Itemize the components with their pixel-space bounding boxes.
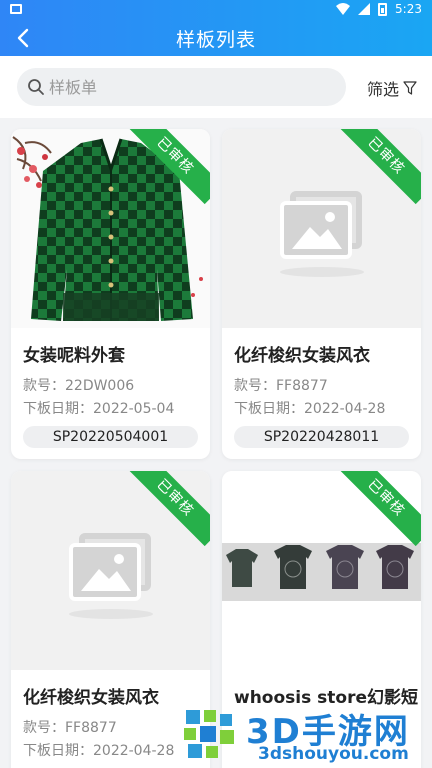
sample-date: 下板日期：2022-04-28 bbox=[23, 743, 175, 759]
search-input[interactable] bbox=[49, 68, 329, 106]
sample-date: 下板日期：2022-04-28 bbox=[234, 401, 386, 417]
style-number: 款号：22DW006 bbox=[23, 378, 135, 394]
nav-bar: 样板列表 bbox=[0, 20, 432, 56]
filter-label: 筛选 bbox=[367, 80, 400, 99]
sample-card[interactable]: 已审核 化纤梭织女装风衣 款号：FF8877 下板日期：2022-04-28 S… bbox=[222, 129, 421, 459]
sample-name: 女装呢料外套 bbox=[23, 346, 125, 366]
sample-image: 已审核 bbox=[222, 129, 421, 328]
battery-icon bbox=[378, 2, 388, 16]
sample-image: 已审核 bbox=[11, 129, 210, 328]
style-number: 款号：FF8877 bbox=[23, 720, 117, 736]
sample-code: SP20220428011 bbox=[234, 426, 409, 448]
watermark-domain: 3dshouyou.com bbox=[258, 744, 409, 764]
sample-name: 化纤梭织女装风衣 bbox=[23, 688, 159, 708]
sample-image: 已审核 bbox=[11, 471, 210, 670]
status-time: 5:23 bbox=[395, 2, 422, 16]
app-header: 5:23 样板列表 bbox=[0, 0, 432, 56]
notification-icon bbox=[10, 4, 22, 14]
search-icon bbox=[28, 79, 44, 95]
sample-card[interactable]: 已审核 女装呢料外套 款号：22DW006 下板日期：2022-05-04 SP… bbox=[11, 129, 210, 459]
watermark-logo-icon bbox=[184, 710, 234, 758]
wifi-icon bbox=[336, 3, 351, 15]
sample-code: SP20220504001 bbox=[23, 426, 198, 448]
sample-image: 已审核 bbox=[222, 471, 421, 670]
search-bar: 筛选 bbox=[0, 56, 432, 118]
signal-icon bbox=[358, 3, 371, 15]
image-placeholder-icon bbox=[69, 543, 141, 601]
funnel-icon bbox=[403, 81, 417, 95]
sample-date: 下板日期：2022-05-04 bbox=[23, 401, 175, 417]
page-title: 样板列表 bbox=[175, 29, 256, 51]
image-placeholder-icon bbox=[280, 201, 352, 259]
style-number: 款号：FF8877 bbox=[234, 378, 328, 394]
sample-name: 化纤梭织女装风衣 bbox=[234, 346, 370, 366]
status-bar: 5:23 bbox=[0, 0, 432, 20]
search-box[interactable] bbox=[17, 68, 346, 106]
filter-button[interactable]: 筛选 bbox=[367, 76, 417, 100]
site-watermark: 3D手游网 3dshouyou.com bbox=[176, 700, 432, 768]
